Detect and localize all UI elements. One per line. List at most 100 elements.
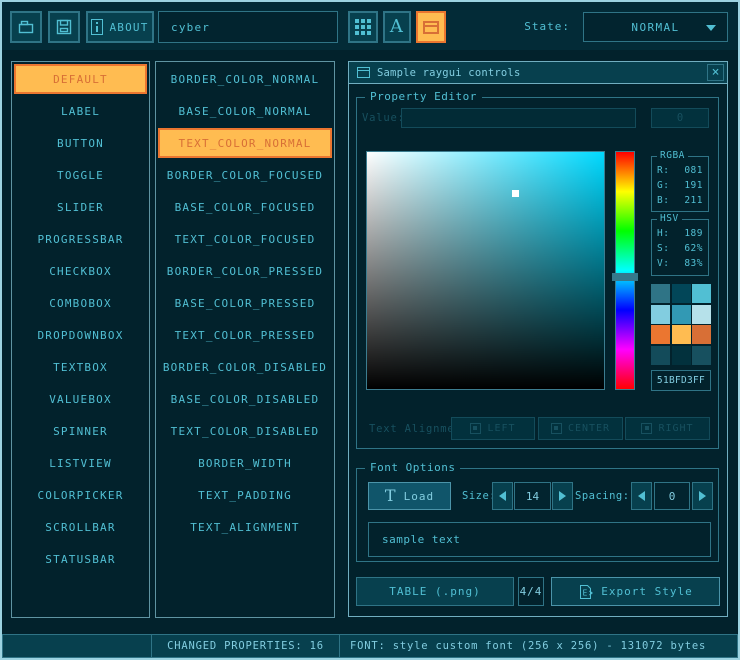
state-label: State:	[502, 2, 570, 50]
grid-icon	[355, 19, 371, 35]
align-left-button[interactable]: LEFT	[451, 417, 535, 440]
style-name-input[interactable]: cyber	[158, 11, 338, 43]
list-item-border_color_normal[interactable]: BORDER_COLOR_NORMAL	[158, 64, 332, 94]
style-color-swatch-6[interactable]	[651, 325, 670, 344]
style-color-swatch-9[interactable]	[651, 346, 670, 365]
sample-window-title: Sample raygui controls	[377, 67, 520, 79]
state-dropdown[interactable]: NORMAL	[583, 12, 728, 42]
list-item-combobox[interactable]: COMBOBOX	[14, 288, 147, 318]
right-arrow-icon	[559, 491, 566, 501]
property-value-spinner[interactable]: 0	[651, 108, 709, 128]
style-color-swatch-10[interactable]	[672, 346, 691, 365]
size-decrease-button[interactable]	[492, 482, 513, 510]
folder-open-icon	[17, 18, 35, 36]
align-center-button[interactable]: CENTER	[538, 417, 623, 440]
list-item-checkbox[interactable]: CHECKBOX	[14, 256, 147, 286]
property-editor-label: Property Editor	[365, 90, 482, 103]
style-color-swatch-1[interactable]	[672, 284, 691, 303]
list-item-slider[interactable]: SLIDER	[14, 192, 147, 222]
style-color-swatch-3[interactable]	[651, 305, 670, 324]
statusbar: CHANGED PROPERTIES: 16 FONT: style custo…	[2, 634, 738, 658]
list-item-border_color_focused[interactable]: BORDER_COLOR_FOCUSED	[158, 160, 332, 190]
close-icon[interactable]: ×	[707, 64, 724, 81]
properties-list: BORDER_COLOR_NORMALBASE_COLOR_NORMALTEXT…	[155, 61, 335, 618]
list-item-valuebox[interactable]: VALUEBOX	[14, 384, 147, 414]
spacing-value[interactable]: 0	[654, 482, 690, 510]
list-item-border_color_pressed[interactable]: BORDER_COLOR_PRESSED	[158, 256, 332, 286]
hue-slider-handle[interactable]	[612, 273, 638, 281]
save-style-button[interactable]	[48, 11, 80, 43]
style-color-swatch-5[interactable]	[692, 305, 711, 324]
load-style-button[interactable]	[10, 11, 42, 43]
color-picker-marker[interactable]	[512, 190, 519, 197]
list-item-text_color_focused[interactable]: TEXT_COLOR_FOCUSED	[158, 224, 332, 254]
list-item-colorpicker[interactable]: COLORPICKER	[14, 480, 147, 510]
list-item-textbox[interactable]: TEXTBOX	[14, 352, 147, 382]
hsv-group: HSV H: 189 S: 62% V: 83%	[651, 219, 709, 276]
list-item-text_alignment[interactable]: TEXT_ALIGNMENT	[158, 512, 332, 542]
color-picker-area[interactable]	[366, 151, 605, 390]
controls-table-view-button[interactable]	[416, 11, 446, 43]
load-font-button[interactable]: T Load	[368, 482, 451, 510]
list-item-label[interactable]: LABEL	[14, 96, 147, 126]
hex-color-input[interactable]: 51BFD3FF	[651, 370, 711, 391]
export-format-counter: 4/4	[518, 577, 544, 606]
sample-text-input[interactable]: sample text	[368, 522, 711, 557]
about-button[interactable]: ABOUT	[86, 11, 154, 43]
svg-text:E: E	[583, 588, 589, 597]
list-item-statusbar[interactable]: STATUSBAR	[14, 544, 147, 574]
size-value[interactable]: 14	[514, 482, 551, 510]
grid-view-button[interactable]	[348, 11, 378, 43]
list-item-text_color_pressed[interactable]: TEXT_COLOR_PRESSED	[158, 320, 332, 350]
list-item-listview[interactable]: LISTVIEW	[14, 448, 147, 478]
export-style-button[interactable]: E Export Style	[551, 577, 720, 606]
align-right-button[interactable]: RIGHT	[625, 417, 710, 440]
list-item-base_color_normal[interactable]: BASE_COLOR_NORMAL	[158, 96, 332, 126]
statusbar-empty-segment	[2, 634, 152, 658]
statusbar-changed-properties: CHANGED PROPERTIES: 16	[151, 634, 340, 658]
controls-list: DEFAULTLABELBUTTONTOGGLESLIDERPROGRESSBA…	[11, 61, 150, 618]
about-label: ABOUT	[109, 21, 148, 34]
list-item-text_padding[interactable]: TEXT_PADDING	[158, 480, 332, 510]
style-color-swatch-4[interactable]	[672, 305, 691, 324]
style-color-swatch-0[interactable]	[651, 284, 670, 303]
hsv-row-s: S: 62%	[657, 241, 703, 256]
style-color-swatch-2[interactable]	[692, 284, 711, 303]
list-item-spinner[interactable]: SPINNER	[14, 416, 147, 446]
state-dropdown-value: NORMAL	[631, 21, 679, 34]
export-icon: E	[578, 584, 593, 600]
property-value-input[interactable]	[401, 108, 636, 128]
floppy-save-icon	[55, 18, 73, 36]
list-item-border_color_disabled[interactable]: BORDER_COLOR_DISABLED	[158, 352, 332, 382]
list-item-base_color_pressed[interactable]: BASE_COLOR_PRESSED	[158, 288, 332, 318]
spacing-label: Spacing:	[575, 482, 630, 510]
size-increase-button[interactable]	[552, 482, 573, 510]
list-item-border_width[interactable]: BORDER_WIDTH	[158, 448, 332, 478]
left-arrow-icon	[499, 491, 506, 501]
list-item-base_color_disabled[interactable]: BASE_COLOR_DISABLED	[158, 384, 332, 414]
rgba-row-g: G: 191	[657, 178, 703, 193]
rgba-row-b: B: 211	[657, 193, 703, 208]
table-png-button[interactable]: TABLE (.png)	[356, 577, 514, 606]
style-color-swatch-11[interactable]	[692, 346, 711, 365]
statusbar-font-info: FONT: style custom font (256 x 256) - 13…	[339, 634, 738, 658]
sample-window: Sample raygui controls × Property Editor…	[348, 61, 728, 617]
list-item-text_color_disabled[interactable]: TEXT_COLOR_DISABLED	[158, 416, 332, 446]
list-item-scrollbar[interactable]: SCROLLBAR	[14, 512, 147, 542]
list-item-dropdownbox[interactable]: DROPDOWNBOX	[14, 320, 147, 350]
style-color-swatch-7[interactable]	[672, 325, 691, 344]
list-item-default[interactable]: DEFAULT	[14, 64, 147, 94]
list-item-progressbar[interactable]: PROGRESSBAR	[14, 224, 147, 254]
list-item-base_color_focused[interactable]: BASE_COLOR_FOCUSED	[158, 192, 332, 222]
font-view-button[interactable]: A	[383, 11, 411, 43]
style-color-swatch-8[interactable]	[692, 325, 711, 344]
spacing-increase-button[interactable]	[692, 482, 713, 510]
sample-window-titlebar[interactable]: Sample raygui controls ×	[349, 62, 727, 84]
table-view-icon	[423, 21, 439, 34]
spacing-decrease-button[interactable]	[631, 482, 652, 510]
list-item-button[interactable]: BUTTON	[14, 128, 147, 158]
list-item-toggle[interactable]: TOGGLE	[14, 160, 147, 190]
hsv-row-v: V: 83%	[657, 256, 703, 271]
hue-slider[interactable]	[615, 151, 635, 390]
list-item-text_color_normal[interactable]: TEXT_COLOR_NORMAL	[158, 128, 332, 158]
